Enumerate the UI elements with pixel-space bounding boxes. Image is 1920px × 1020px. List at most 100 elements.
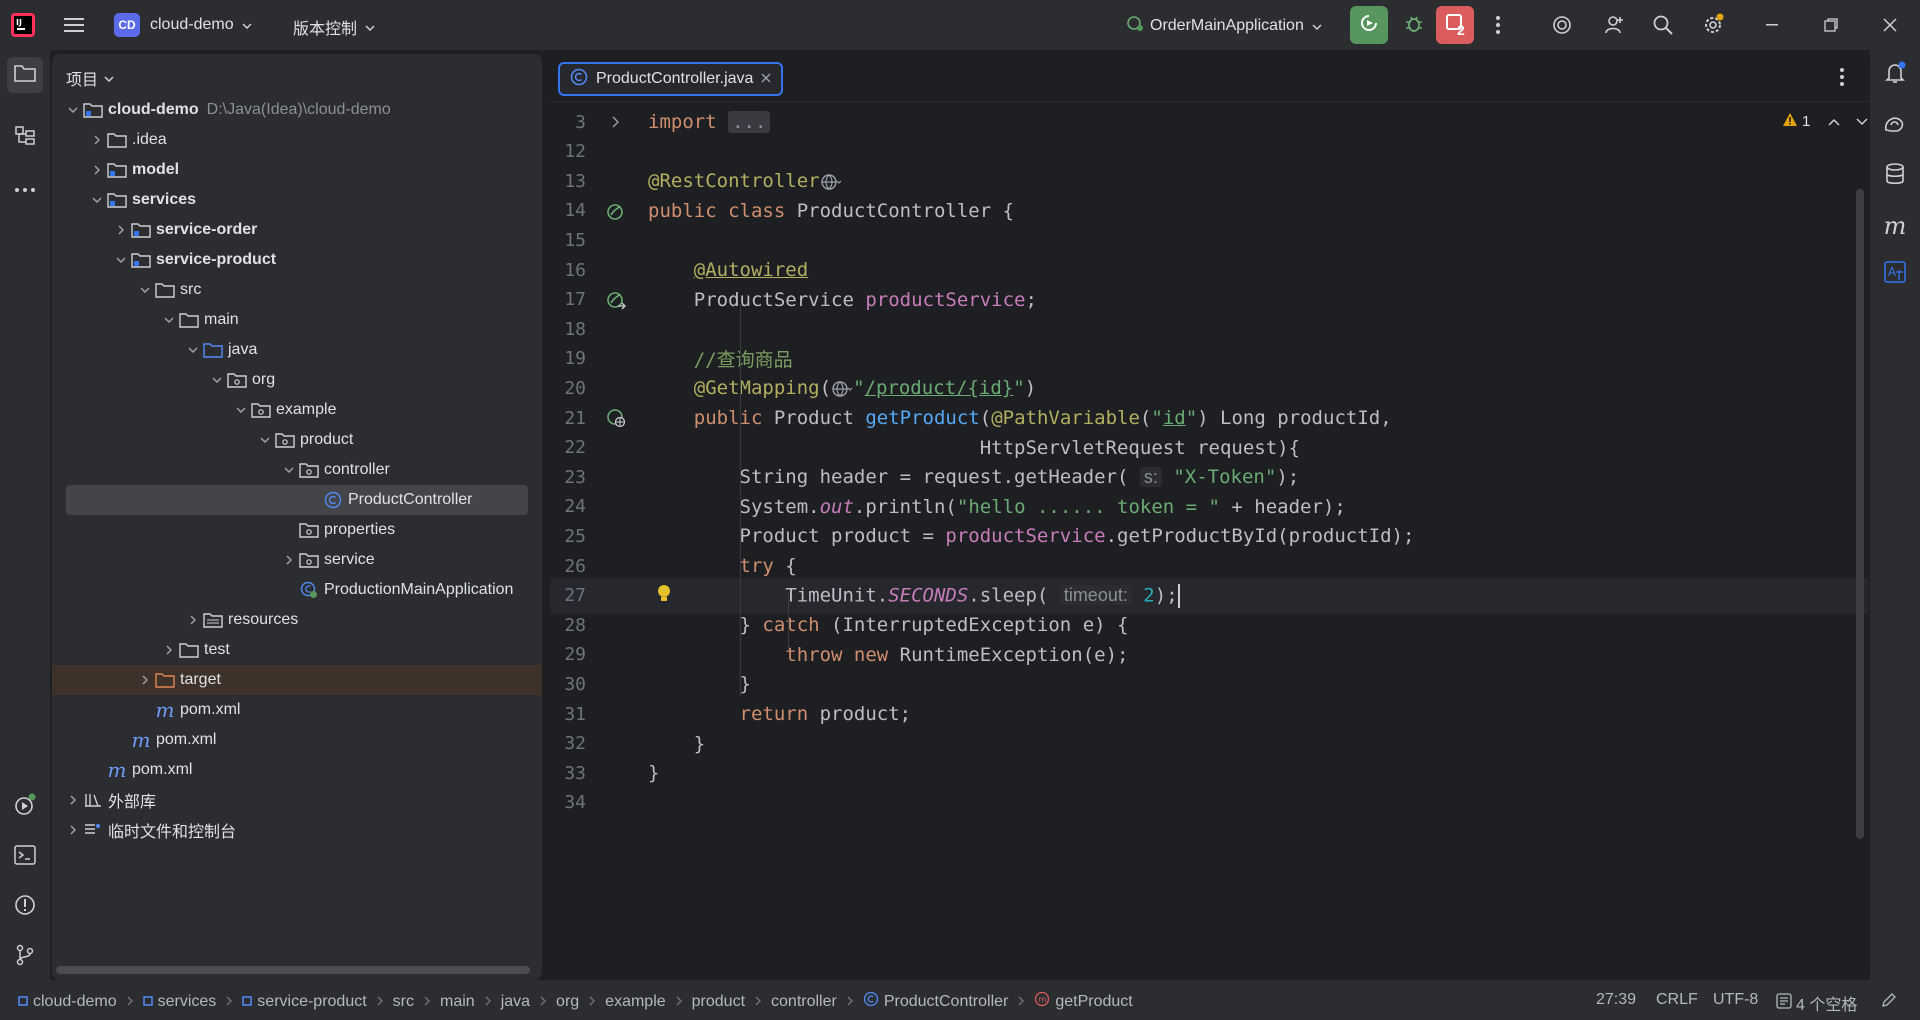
terminal-tool-button[interactable]: [7, 839, 43, 875]
search-icon[interactable]: [1643, 5, 1683, 45]
tree-item[interactable]: 外部库: [52, 785, 542, 815]
tree-item[interactable]: target: [52, 665, 542, 695]
chevron-down-icon[interactable]: [256, 437, 274, 443]
breadcrumb-item[interactable]: src: [393, 993, 414, 1011]
tree-item[interactable]: model: [52, 155, 542, 185]
fold-chevron-icon[interactable]: [602, 116, 630, 128]
ai-assistant-icon[interactable]: [1542, 5, 1582, 45]
more-actions-icon[interactable]: [1478, 5, 1518, 45]
chevron-right-icon[interactable]: [64, 795, 82, 805]
bean-arrow-gutter-icon[interactable]: [602, 289, 630, 311]
breadcrumb-item[interactable]: java: [501, 993, 530, 1011]
tree-item[interactable]: service-order: [52, 215, 542, 245]
app-logo-icon[interactable]: IJ: [10, 12, 36, 38]
chevron-right-icon[interactable]: [112, 225, 130, 235]
tree-item[interactable]: services: [52, 185, 542, 215]
breadcrumb-item[interactable]: controller: [771, 993, 837, 1011]
chevron-down-icon[interactable]: [136, 287, 154, 293]
tree-item[interactable]: src: [52, 275, 542, 305]
tree-item[interactable]: resources: [52, 605, 542, 635]
restore-window-icon[interactable]: [1803, 0, 1859, 50]
translate-button[interactable]: A: [1877, 256, 1913, 292]
services-tool-button[interactable]: [7, 789, 43, 825]
breadcrumb-item[interactable]: main: [440, 993, 475, 1011]
chevron-right-icon[interactable]: [88, 165, 106, 175]
edit-lock-icon[interactable]: [1880, 991, 1898, 1014]
vertical-scrollbar[interactable]: [1856, 189, 1864, 839]
maven-button[interactable]: m: [1877, 208, 1913, 244]
code-line[interactable]: 34: [550, 785, 1868, 821]
close-window-icon[interactable]: [1862, 0, 1918, 50]
debug-button[interactable]: [1394, 6, 1434, 46]
breadcrumb-item[interactable]: example: [605, 993, 665, 1011]
tree-item[interactable]: main: [52, 305, 542, 335]
tree-item[interactable]: properties: [52, 515, 542, 545]
chevron-down-icon[interactable]: [88, 197, 106, 203]
breadcrumb-item[interactable]: cloud-demo: [18, 993, 117, 1011]
editor-tab-options-icon[interactable]: [1840, 68, 1844, 91]
chevron-down-icon[interactable]: [160, 317, 178, 323]
breadcrumb-item[interactable]: org: [556, 993, 579, 1011]
tree-item[interactable]: .idea: [52, 125, 542, 155]
caret-position[interactable]: 27:39: [1596, 991, 1636, 1009]
indent-setting[interactable]: 4 个空格: [1776, 991, 1857, 1015]
close-tab-icon[interactable]: [761, 70, 771, 88]
main-menu-icon[interactable]: [54, 5, 94, 45]
ai-chat-button[interactable]: [1877, 108, 1913, 144]
chevron-right-icon[interactable]: [64, 825, 82, 835]
tree-item[interactable]: 临时文件和控制台: [52, 815, 542, 845]
chevron-right-icon[interactable]: [184, 615, 202, 625]
breadcrumb-item[interactable]: m getProduct: [1034, 991, 1133, 1012]
add-user-icon[interactable]: [1594, 5, 1634, 45]
chevron-right-icon[interactable]: [88, 135, 106, 145]
chevron-right-icon[interactable]: [160, 645, 178, 655]
tree-item[interactable]: example: [52, 395, 542, 425]
git-tool-button[interactable]: [7, 939, 43, 975]
project-switcher[interactable]: CD cloud-demo: [114, 13, 252, 37]
problems-tool-button[interactable]: [7, 889, 43, 925]
tree-item[interactable]: product: [52, 425, 542, 455]
tree-item[interactable]: m pom.xml: [52, 695, 542, 725]
rerun-button[interactable]: [1350, 6, 1388, 44]
tree-item[interactable]: controller: [52, 455, 542, 485]
more-tools-icon[interactable]: [7, 172, 43, 208]
run-config-selector[interactable]: OrderMainApplication: [1126, 14, 1322, 37]
chevron-down-icon[interactable]: [64, 107, 82, 113]
tree-item[interactable]: ProductionMainApplication: [52, 575, 542, 605]
minimize-window-icon[interactable]: [1744, 0, 1800, 50]
tree-item[interactable]: java: [52, 335, 542, 365]
notifications-button[interactable]: [1877, 57, 1913, 93]
project-panel-header[interactable]: 项目: [66, 66, 114, 90]
tree-item[interactable]: test: [52, 635, 542, 665]
tree-item[interactable]: service-product: [52, 245, 542, 275]
breadcrumb-item[interactable]: product: [692, 993, 745, 1011]
breadcrumb-item[interactable]: service-product: [242, 993, 367, 1011]
tree-item[interactable]: service: [52, 545, 542, 575]
vcs-menu[interactable]: 版本控制: [293, 15, 375, 39]
chevron-down-icon[interactable]: [232, 407, 250, 413]
tree-item[interactable]: m pom.xml: [52, 755, 542, 785]
breadcrumb-item[interactable]: ProductController: [863, 991, 1008, 1012]
chevron-right-icon[interactable]: [136, 675, 154, 685]
chevron-down-icon[interactable]: [208, 377, 226, 383]
web-gutter-icon[interactable]: [602, 407, 630, 429]
chevron-right-icon[interactable]: [280, 555, 298, 565]
project-tool-button[interactable]: [7, 57, 43, 93]
tree-item[interactable]: cloud-demo D:\Java(Idea)\cloud-demo: [52, 95, 542, 125]
file-encoding[interactable]: UTF-8: [1713, 991, 1758, 1009]
tree-item[interactable]: m pom.xml: [52, 725, 542, 755]
line-separator[interactable]: CRLF: [1656, 991, 1698, 1009]
chevron-down-icon[interactable]: [280, 467, 298, 473]
tree-item[interactable]: ProductController: [66, 485, 528, 515]
settings-gear-icon[interactable]: [1693, 5, 1733, 45]
database-button[interactable]: [1877, 158, 1913, 194]
chevron-down-icon[interactable]: [184, 347, 202, 353]
stop-button[interactable]: 2: [1436, 6, 1474, 44]
editor-tab[interactable]: ProductController.java: [558, 62, 784, 96]
bean-gutter-icon[interactable]: [602, 200, 630, 222]
breadcrumb-item[interactable]: services: [142, 993, 216, 1011]
structure-tool-button[interactable]: [7, 120, 43, 156]
chevron-down-icon[interactable]: [112, 257, 130, 263]
tree-item[interactable]: org: [52, 365, 542, 395]
horizontal-scrollbar[interactable]: [56, 966, 530, 974]
